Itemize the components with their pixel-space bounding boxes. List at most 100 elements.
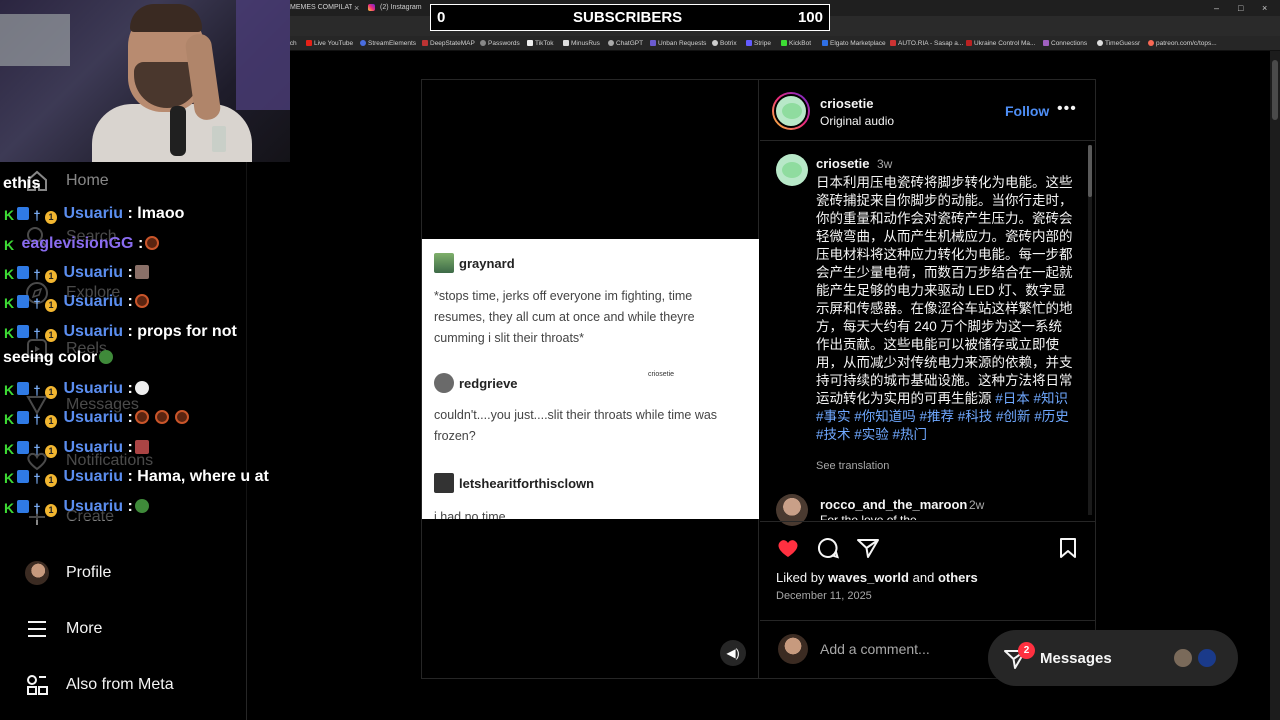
- chat-username[interactable]: Usuariu: [63, 468, 123, 485]
- bookmark-label: ChatGPT: [616, 40, 644, 47]
- chat-username[interactable]: Usuariu: [63, 293, 123, 310]
- chat-username[interactable]: Usuariu: [63, 380, 123, 397]
- close-window-icon[interactable]: ×: [1262, 1, 1267, 15]
- comments-scrollbar-thumb[interactable]: [1088, 145, 1092, 197]
- audio-link[interactable]: Original audio: [820, 114, 894, 128]
- donut-emote-icon: [145, 236, 160, 250]
- comments-scrollbar[interactable]: [1088, 145, 1092, 515]
- share-paper-plane-icon[interactable]: [856, 536, 880, 560]
- chat-badges: K † 1: [3, 440, 59, 460]
- page-scrollbar[interactable]: [1270, 51, 1280, 720]
- follow-button[interactable]: Follow: [1005, 103, 1049, 119]
- chat-username[interactable]: Usuariu: [63, 264, 123, 281]
- bookmark-label: Unban Requests: [658, 40, 707, 47]
- chat-username[interactable]: Usuariu: [63, 205, 123, 222]
- chatgpt-icon: [608, 40, 614, 46]
- bookmark-connections[interactable]: Connections: [1043, 38, 1087, 49]
- image-emote-icon: [134, 440, 149, 454]
- chat-text: :: [127, 264, 133, 281]
- connections-icon: [1043, 40, 1049, 46]
- add-comment-input[interactable]: Add a comment...: [820, 641, 930, 657]
- liked-by-text: Liked by waves_world and others: [776, 570, 978, 585]
- chat-username[interactable]: Usuariu: [63, 439, 123, 456]
- sidebar-item-more[interactable]: More: [24, 611, 234, 647]
- bookmark-minusrus[interactable]: MinusRus: [563, 38, 600, 49]
- bookmark-label: Elgato Marketplace: [830, 40, 886, 47]
- bookmark-label: TikTok: [535, 40, 554, 47]
- chat-username[interactable]: eaglevisionGG: [21, 235, 133, 252]
- post-author-username[interactable]: criosetie: [820, 96, 873, 111]
- bookmark-tiktok[interactable]: TikTok: [527, 38, 554, 49]
- comment-username[interactable]: rocco_and_the_maroon: [820, 497, 967, 512]
- chat-text: :: [127, 409, 133, 426]
- bookmark-label: Live YouTube: [314, 40, 354, 47]
- chat-username[interactable]: Usuariu: [63, 409, 123, 426]
- post-date: December 11, 2025: [776, 590, 872, 602]
- chat-text: :: [127, 380, 133, 397]
- save-bookmark-icon[interactable]: [1056, 536, 1080, 560]
- bookmark-botrix[interactable]: Botrix: [712, 38, 737, 49]
- chat-badges: K † 1: [3, 469, 59, 489]
- kick-badge-icon: K: [3, 325, 15, 341]
- sidebar-item-label: Also from Meta: [66, 676, 174, 693]
- bookmark-chatgpt[interactable]: ChatGPT: [608, 38, 643, 49]
- frog-emote-icon: [134, 499, 149, 513]
- bookmark-timeguessr[interactable]: TimeGuessr: [1097, 38, 1140, 49]
- bookmark-patreon[interactable]: patreon.com/c/tops...: [1148, 38, 1217, 49]
- sidebar-item-profile[interactable]: Profile: [24, 555, 234, 591]
- kickbot-icon: [781, 40, 787, 46]
- chat-text: ethis: [3, 175, 41, 192]
- sidebar-item-label: Profile: [66, 564, 112, 581]
- page-scrollbar-thumb[interactable]: [1272, 60, 1278, 120]
- donut-emote-icon: [134, 410, 149, 424]
- bookmark-autoria[interactable]: AUTO.RIA - Sasap a...: [890, 38, 963, 49]
- bookmark-deepstatemap[interactable]: DeepStateMAP: [422, 38, 475, 49]
- caption-avatar[interactable]: [776, 154, 808, 186]
- bookmark-live-youtube[interactable]: Live YouTube: [306, 38, 353, 49]
- bookmark-unban-requests[interactable]: Unban Requests: [650, 38, 706, 49]
- chat-message: K † 1 Usuariu :: [3, 497, 149, 519]
- see-translation-link[interactable]: See translation: [816, 460, 889, 472]
- donut-emote-icon: [174, 410, 189, 424]
- tab-memes-compilation[interactable]: MEMES COMPILATION: [290, 1, 352, 15]
- chat-badges: K † 1: [3, 206, 59, 226]
- liked-by-others-link[interactable]: others: [938, 570, 978, 585]
- caption-timestamp: 3w: [877, 157, 893, 171]
- verified-badge-icon: [17, 325, 29, 338]
- sidebar-item-also-from-meta[interactable]: Also from Meta: [24, 667, 234, 703]
- chat-username[interactable]: Usuariu: [63, 498, 123, 515]
- caption-username[interactable]: criosetie: [816, 156, 869, 171]
- comment-bubble-icon[interactable]: [816, 536, 840, 560]
- verified-badge-icon: [17, 295, 29, 308]
- bookmark-passwords[interactable]: Passwords: [480, 38, 520, 49]
- bookmark-label: Connections: [1051, 40, 1088, 47]
- moderator-sword-icon: †: [33, 208, 41, 223]
- verified-badge-icon: [17, 266, 29, 279]
- maximize-icon[interactable]: □: [1238, 1, 1243, 15]
- chat-message: K † 1 Usuariu : lmaoo: [3, 204, 184, 226]
- chat-message: ethis: [3, 174, 40, 194]
- liked-by-user-link[interactable]: waves_world: [828, 570, 909, 585]
- tumblr-avatar: [434, 253, 454, 273]
- more-options-icon[interactable]: •••: [1057, 100, 1077, 118]
- bookmark-kickbot[interactable]: KickBot: [781, 38, 811, 49]
- verified-badge-icon: [17, 207, 29, 220]
- bookmark-elgato-marketplace[interactable]: Elgato Marketplace: [822, 38, 886, 49]
- bookmark-streamelements[interactable]: StreamElements: [360, 38, 416, 49]
- donut-emote-icon: [154, 410, 169, 424]
- frog-avatar-icon: [782, 162, 802, 178]
- tumblr-user: redgrieve: [434, 373, 518, 393]
- minimize-icon[interactable]: –: [1214, 1, 1219, 15]
- tab-instagram[interactable]: (2) Instagram: [368, 1, 428, 15]
- chat-message: K † 1 Usuariu :: [3, 408, 189, 430]
- chat-username[interactable]: Usuariu: [63, 323, 123, 340]
- current-user-avatar: [778, 634, 808, 664]
- bookmark-stripe[interactable]: Stripe: [746, 38, 771, 49]
- author-avatar[interactable]: [772, 92, 810, 130]
- volume-icon[interactable]: ◀): [720, 640, 746, 666]
- like-heart-icon[interactable]: [776, 536, 800, 560]
- close-tab-icon[interactable]: ×: [354, 1, 359, 15]
- webcam-drink-can: [212, 126, 226, 152]
- conversation-avatar: [1196, 647, 1218, 669]
- bookmark-ukraine-control-map[interactable]: Ukraine Control Ma...: [966, 38, 1035, 49]
